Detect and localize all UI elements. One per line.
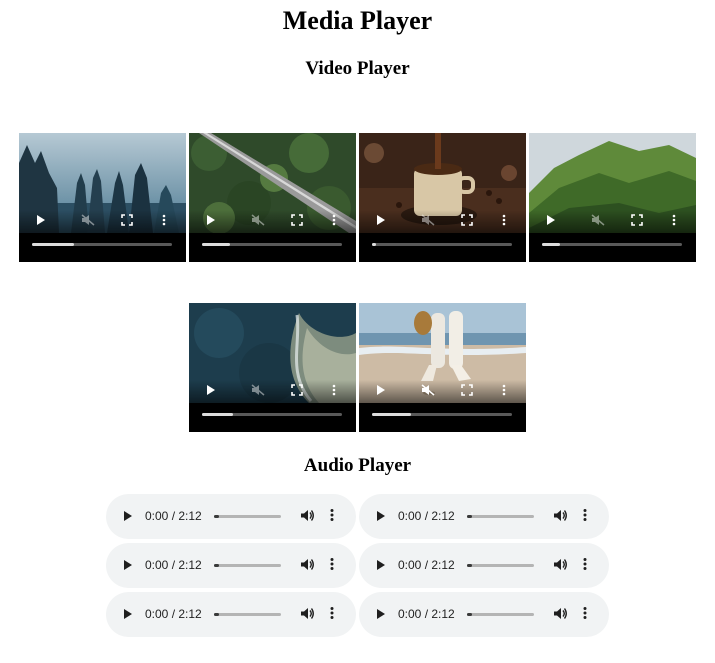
more-vertical-icon[interactable] xyxy=(672,214,676,226)
play-icon[interactable] xyxy=(206,214,216,226)
audio-time: 0:00 / 2:12 xyxy=(398,607,455,621)
more-vertical-icon[interactable] xyxy=(502,384,506,396)
play-icon[interactable] xyxy=(376,608,386,620)
fullscreen-icon[interactable] xyxy=(291,384,303,396)
video-progress-fill xyxy=(202,413,233,416)
video-player[interactable] xyxy=(19,133,186,262)
mute-icon[interactable] xyxy=(591,214,605,226)
audio-player[interactable]: 0:00 / 2:12 xyxy=(106,543,356,588)
video-progress-bar[interactable] xyxy=(542,243,682,246)
audio-progress-fill xyxy=(214,564,219,567)
audio-progress-bar[interactable] xyxy=(214,613,281,616)
video-player[interactable] xyxy=(359,303,526,432)
more-vertical-icon[interactable] xyxy=(332,384,336,396)
video-progress-bar[interactable] xyxy=(202,243,342,246)
more-vertical-icon[interactable] xyxy=(583,606,587,620)
mute-icon[interactable] xyxy=(421,214,435,226)
audio-progress-fill xyxy=(214,515,219,518)
audio-player[interactable]: 0:00 / 2:12 xyxy=(359,592,609,637)
play-icon[interactable] xyxy=(206,384,216,396)
volume-icon[interactable] xyxy=(553,558,567,571)
more-vertical-icon[interactable] xyxy=(502,214,506,226)
video-progress-bar[interactable] xyxy=(32,243,172,246)
video-progress-bar[interactable] xyxy=(372,243,512,246)
video-progress-fill xyxy=(372,413,412,416)
mute-icon[interactable] xyxy=(421,384,435,396)
mute-icon[interactable] xyxy=(81,214,95,226)
volume-icon[interactable] xyxy=(300,607,314,620)
video-progress-fill xyxy=(202,243,230,246)
audio-time: 0:00 / 2:12 xyxy=(145,607,202,621)
play-icon[interactable] xyxy=(376,510,386,522)
video-progress-bar[interactable] xyxy=(202,413,342,416)
more-vertical-icon[interactable] xyxy=(583,508,587,522)
page-title: Media Player xyxy=(282,6,433,35)
audio-time: 0:00 / 2:12 xyxy=(145,509,202,523)
fullscreen-icon[interactable] xyxy=(461,214,473,226)
audio-progress-bar[interactable] xyxy=(467,515,534,518)
video-player[interactable] xyxy=(359,133,526,262)
audio-progress-fill xyxy=(467,515,472,518)
audio-player[interactable]: 0:00 / 2:12 xyxy=(106,592,356,637)
more-vertical-icon[interactable] xyxy=(583,557,587,571)
audio-player[interactable]: 0:00 / 2:12 xyxy=(359,543,609,588)
volume-icon[interactable] xyxy=(300,558,314,571)
play-icon[interactable] xyxy=(123,510,133,522)
video-progress-fill xyxy=(542,243,561,246)
play-icon[interactable] xyxy=(376,214,386,226)
audio-player[interactable]: 0:00 / 2:12 xyxy=(106,494,356,539)
audio-progress-fill xyxy=(214,613,219,616)
video-player[interactable] xyxy=(189,303,356,432)
volume-icon[interactable] xyxy=(553,509,567,522)
audio-time: 0:00 / 2:12 xyxy=(145,558,202,572)
fullscreen-icon[interactable] xyxy=(121,214,133,226)
video-player[interactable] xyxy=(189,133,356,262)
audio-progress-fill xyxy=(467,613,472,616)
play-icon[interactable] xyxy=(123,559,133,571)
audio-player[interactable]: 0:00 / 2:12 xyxy=(359,494,609,539)
video-progress-fill xyxy=(32,243,74,246)
more-vertical-icon[interactable] xyxy=(330,508,334,522)
volume-icon[interactable] xyxy=(553,607,567,620)
audio-progress-bar[interactable] xyxy=(214,515,281,518)
video-section-title: Video Player xyxy=(305,58,410,79)
audio-section-title: Audio Player xyxy=(303,455,412,476)
more-vertical-icon[interactable] xyxy=(332,214,336,226)
mute-icon[interactable] xyxy=(251,214,265,226)
fullscreen-icon[interactable] xyxy=(461,384,473,396)
mute-icon[interactable] xyxy=(251,384,265,396)
play-icon[interactable] xyxy=(376,559,386,571)
more-vertical-icon[interactable] xyxy=(162,214,166,226)
audio-progress-fill xyxy=(467,564,472,567)
audio-time: 0:00 / 2:12 xyxy=(398,509,455,523)
fullscreen-icon[interactable] xyxy=(631,214,643,226)
fullscreen-icon[interactable] xyxy=(291,214,303,226)
video-progress-bar[interactable] xyxy=(372,413,512,416)
audio-progress-bar[interactable] xyxy=(214,564,281,567)
audio-progress-bar[interactable] xyxy=(467,613,534,616)
more-vertical-icon[interactable] xyxy=(330,606,334,620)
video-progress-fill xyxy=(372,243,377,246)
play-icon[interactable] xyxy=(376,384,386,396)
play-icon[interactable] xyxy=(546,214,556,226)
volume-icon[interactable] xyxy=(300,509,314,522)
more-vertical-icon[interactable] xyxy=(330,557,334,571)
audio-time: 0:00 / 2:12 xyxy=(398,558,455,572)
audio-progress-bar[interactable] xyxy=(467,564,534,567)
video-player[interactable] xyxy=(529,133,696,262)
play-icon[interactable] xyxy=(36,214,46,226)
play-icon[interactable] xyxy=(123,608,133,620)
